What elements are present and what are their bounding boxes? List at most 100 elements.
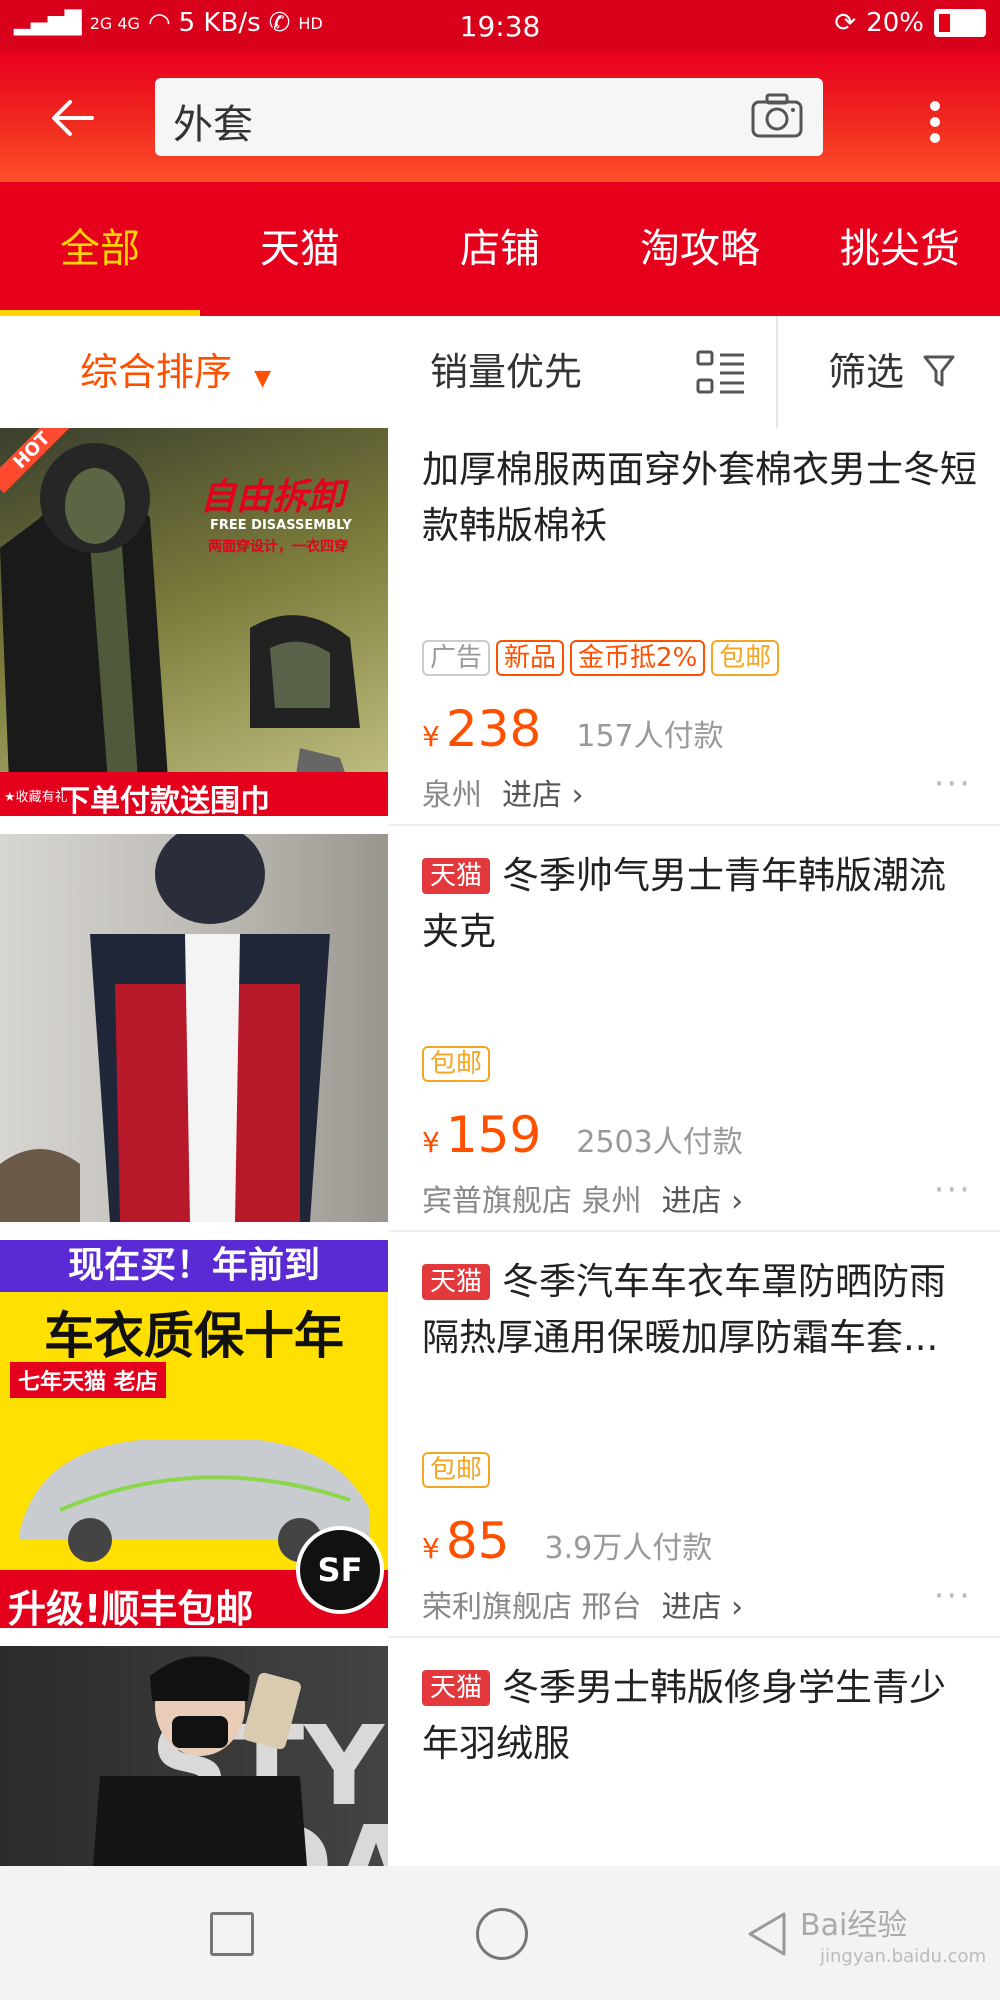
free-shipping-tag: 包邮 <box>422 1046 491 1082</box>
image-footer: 升级!顺丰包邮 <box>8 1587 254 1628</box>
product-title-text: 冬季男士韩版修身学生青少年羽绒服 <box>422 1666 947 1765</box>
filter-label: 筛选 <box>828 350 905 394</box>
paid-count: 157人付款 <box>576 719 724 754</box>
home-button[interactable] <box>476 1908 528 1960</box>
battery-icon <box>934 9 986 37</box>
product-title[interactable]: 加厚棉服两面穿外套棉衣男士冬短款韩版棉袄 <box>422 442 978 554</box>
sort-default-button[interactable]: 综合排序 ▼ <box>80 316 271 428</box>
shop-info: 宾普旗舰店 泉州 进店 › <box>422 1176 743 1220</box>
tab-premium[interactable]: 挑尖货 <box>800 182 1000 316</box>
more-options-icon[interactable]: ··· <box>934 1576 972 1616</box>
product-tags: 包邮 <box>422 1452 491 1488</box>
more-options-icon[interactable]: ··· <box>934 1170 972 1210</box>
tmall-badge: 天猫 <box>422 1670 491 1706</box>
currency-symbol: ¥ <box>422 720 440 753</box>
caret-down-icon: ▼ <box>254 366 272 391</box>
image-headline: 车衣质保十年 <box>44 1307 344 1365</box>
sf-logo: SF <box>296 1526 384 1614</box>
camera-button[interactable] <box>749 90 805 142</box>
rotation-lock-icon: ⟳ <box>834 8 857 38</box>
product-title[interactable]: 天猫 冬季男士韩版修身学生青少年羽绒服 <box>422 1660 978 1772</box>
image-footer-small: ★收藏有礼 <box>4 790 68 805</box>
image-banner: 现在买！年前到 <box>0 1240 388 1292</box>
funnel-icon <box>923 355 955 387</box>
search-header: 外套 <box>0 52 1000 182</box>
product-image[interactable] <box>0 834 388 1222</box>
arrow-left-icon <box>52 100 94 136</box>
currency-symbol: ¥ <box>422 1532 440 1565</box>
search-query: 外套 <box>173 102 253 148</box>
product-image[interactable]: 现在买！年前到 车衣质保十年 七年天猫 老店 升级!顺丰包邮 SF <box>0 1240 388 1628</box>
layout-toggle-button[interactable] <box>696 350 746 400</box>
filter-button[interactable]: 筛选 <box>828 316 956 428</box>
shop-name: 宾普旗舰店 泉州 <box>422 1184 642 1219</box>
paid-count: 3.9万人付款 <box>544 1531 713 1566</box>
sort-bar: 综合排序 ▼ 销量优先 筛选 <box>0 316 1000 430</box>
sort-sales-button[interactable]: 销量优先 <box>430 316 582 428</box>
product-title[interactable]: 天猫 冬季汽车车衣车罩防晒防雨隔热厚通用保暖加厚防霜车套... <box>422 1254 978 1366</box>
product-image[interactable]: STYLE NDA <box>0 1646 388 1866</box>
nav-back-button[interactable] <box>740 1906 796 1962</box>
paid-count: 2503人付款 <box>576 1125 743 1160</box>
product-price: ¥85 3.9万人付款 <box>422 1512 712 1570</box>
product-card[interactable]: 天猫 冬季帅气男士青年韩版潮流夹克 包邮 ¥159 2503人付款 宾普旗舰店 泉… <box>0 834 1000 1232</box>
enter-shop-link[interactable]: 进店 › <box>662 1590 744 1625</box>
price-value: 238 <box>445 700 542 758</box>
free-shipping-tag: 包邮 <box>422 1452 491 1488</box>
row-divider <box>388 1230 1000 1232</box>
currency-symbol: ¥ <box>422 1126 440 1159</box>
list-view-icon <box>696 350 744 394</box>
product-tags: 广告 新品 金币抵2% 包邮 <box>422 640 780 676</box>
status-bar: ▂▄▆█ 2G 4G ◠ 5 KB/s ✆ HD 19:38 ⟳ 20% <box>0 0 1000 52</box>
price-value: 159 <box>445 1106 542 1164</box>
tab-all[interactable]: 全部 <box>0 182 200 316</box>
more-vertical-icon <box>930 101 940 143</box>
new-tag: 新品 <box>496 640 565 676</box>
status-right: ⟳ 20% <box>834 8 986 38</box>
product-price: ¥238 157人付款 <box>422 700 724 758</box>
tab-guides[interactable]: 淘攻略 <box>600 182 800 316</box>
free-shipping-tag: 包邮 <box>711 640 780 676</box>
jacket-illustration <box>0 834 330 1222</box>
product-card[interactable]: 现在买！年前到 车衣质保十年 七年天猫 老店 升级!顺丰包邮 SF 天猫 冬季汽车… <box>0 1240 1000 1638</box>
product-title-text: 冬季汽车车衣车罩防晒防雨隔热厚通用保暖加厚防霜车套... <box>422 1260 947 1359</box>
product-title[interactable]: 天猫 冬季帅气男士青年韩版潮流夹克 <box>422 848 978 960</box>
more-button[interactable] <box>900 82 970 162</box>
enter-shop-link[interactable]: 进店 › <box>502 778 584 813</box>
sort-default-label: 综合排序 <box>80 350 233 394</box>
product-title-text: 冬季帅气男士青年韩版潮流夹克 <box>422 854 947 953</box>
enter-shop-link[interactable]: 进店 › <box>662 1184 744 1219</box>
tab-tmall[interactable]: 天猫 <box>200 182 400 316</box>
product-image[interactable]: HOT 自由拆卸 FREE DISASSEMBLY 两面穿设计，一衣四穿 ★收藏… <box>0 428 388 816</box>
system-nav-bar: Bai经验 jingyan.baidu.com <box>0 1866 1000 2000</box>
image-sub: FREE DISASSEMBLY <box>210 518 352 533</box>
watermark-url: jingyan.baidu.com <box>820 1946 987 1967</box>
camera-icon <box>751 93 803 138</box>
triangle-back-icon <box>748 1912 786 1956</box>
recent-apps-button[interactable] <box>210 1912 254 1956</box>
category-tabs: 全部 天猫 店铺 淘攻略 挑尖货 <box>0 182 1000 316</box>
shop-location: 泉州 <box>422 778 482 813</box>
sort-divider <box>776 316 778 428</box>
more-options-icon[interactable]: ··· <box>934 764 972 804</box>
product-card[interactable]: HOT 自由拆卸 FREE DISASSEMBLY 两面穿设计，一衣四穿 ★收藏… <box>0 428 1000 826</box>
row-divider <box>388 824 1000 826</box>
person-illustration <box>93 1656 307 1866</box>
image-headline: 自由拆卸 <box>200 477 345 518</box>
image-sub2: 两面穿设计，一衣四穿 <box>208 539 348 555</box>
battery-percent: 20% <box>866 8 924 38</box>
tab-shops[interactable]: 店铺 <box>400 182 600 316</box>
tmall-badge: 天猫 <box>422 1264 491 1300</box>
product-card[interactable]: STYLE NDA 天猫冬季男士韩版修身学生青少年羽绒服 <box>0 1646 1000 1866</box>
back-button[interactable] <box>36 80 116 160</box>
image-footer-banner: ★收藏有礼 下单付款送围巾 <box>0 772 388 816</box>
ad-tag: 广告 <box>422 640 491 676</box>
watermark-logo: Bai经验 <box>800 1908 908 1943</box>
search-input[interactable]: 外套 <box>155 78 823 156</box>
tmall-badge: 天猫 <box>422 858 491 894</box>
image-footer: 下单付款送围巾 <box>60 784 270 816</box>
row-divider <box>388 1636 1000 1638</box>
shop-info: 荣利旗舰店 邢台 进店 › <box>422 1582 743 1626</box>
shop-info: 泉州 进店 › <box>422 770 584 814</box>
price-value: 85 <box>445 1512 510 1570</box>
